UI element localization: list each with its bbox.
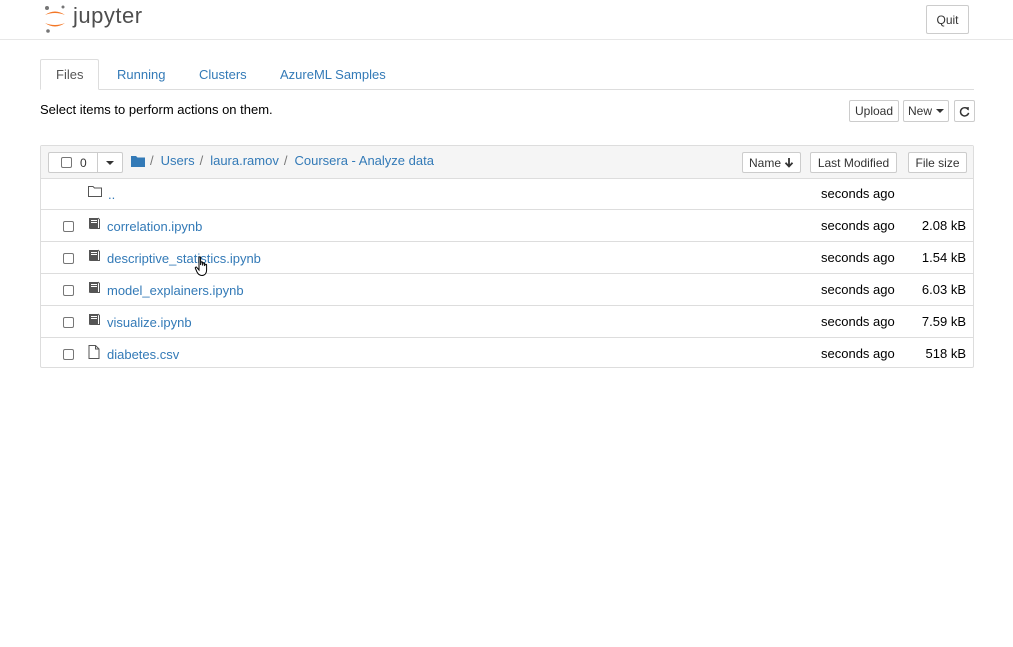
sort-by-size-button[interactable]: File size [908,152,967,173]
item-checkbox[interactable] [63,221,74,232]
item-checkbox[interactable] [63,349,74,360]
file-name-link[interactable]: descriptive_statistics.ipynb [107,251,261,266]
new-button[interactable]: New [903,100,949,122]
file-size: 6.03 kB [921,282,966,297]
file-size: 7.59 kB [921,314,966,329]
chevron-down-icon [936,109,944,113]
header: jupyter Quit [0,0,1013,40]
sort-by-name-button[interactable]: Name [742,152,801,173]
tab-running[interactable]: Running [102,59,180,89]
file-size: 2.08 kB [921,218,966,233]
refresh-icon [959,106,970,117]
quit-button[interactable]: Quit [926,5,969,34]
select-all-button[interactable]: 0 [48,152,98,173]
selected-count: 0 [80,155,87,170]
file-list: 0 / Users / laura.ramov / Coursera - Ana… [40,145,974,368]
list-item[interactable]: visualize.ipynb seconds ago 7.59 kB [41,306,973,338]
breadcrumb-separator: / [150,153,154,168]
new-label: New [907,104,932,118]
file-size: 518 kB [925,346,966,361]
file-name-link[interactable]: model_explainers.ipynb [107,283,244,298]
file-name-link[interactable]: visualize.ipynb [107,315,192,330]
item-checkbox[interactable] [63,253,74,264]
notebook-icon [88,217,100,229]
list-item[interactable]: correlation.ipynb seconds ago 2.08 kB [41,210,973,242]
jupyter-logo[interactable]: jupyter [43,3,143,34]
sort-modified-label: Last Modified [817,155,890,170]
last-modified: seconds ago [821,346,895,361]
folder-outline-icon [88,186,102,197]
sort-by-modified-button[interactable]: Last Modified [810,152,897,173]
list-header: 0 / Users / laura.ramov / Coursera - Ana… [41,146,973,179]
arrow-down-icon [784,157,794,168]
select-dropdown-button[interactable] [98,152,123,173]
breadcrumb: / Users / laura.ramov / Coursera - Analy… [131,153,434,168]
list-item[interactable]: model_explainers.ipynb seconds ago 6.03 … [41,274,973,306]
breadcrumb-user-folder[interactable]: laura.ramov [210,153,279,168]
list-item-parent-directory[interactable]: .. seconds ago [41,178,973,210]
file-name-link[interactable]: diabetes.csv [107,347,179,362]
sort-size-label: File size [915,155,960,170]
tab-azureml-samples[interactable]: AzureML Samples [265,59,401,89]
file-icon [88,345,100,359]
tab-files[interactable]: Files [40,59,100,90]
sort-name-label: Name [748,155,781,170]
breadcrumb-separator: / [199,153,204,168]
hand-cursor-icon [194,256,208,277]
notebook-icon [88,313,100,325]
breadcrumb-users[interactable]: Users [161,153,195,168]
select-all-group: 0 [48,152,123,173]
folder-icon[interactable] [131,155,145,167]
list-item[interactable]: diabetes.csv seconds ago 518 kB [41,338,973,369]
file-name-link[interactable]: correlation.ipynb [107,219,202,234]
file-size: 1.54 kB [921,250,966,265]
chevron-down-icon [106,160,114,165]
last-modified: seconds ago [821,282,895,297]
tab-bar: Files Running Clusters AzureML Samples [40,59,974,90]
notebook-icon [88,281,100,293]
notebook-icon [88,249,100,261]
last-modified: seconds ago [821,186,895,201]
last-modified: seconds ago [821,218,895,233]
select-all-checkbox[interactable] [61,157,72,168]
item-checkbox[interactable] [63,317,74,328]
refresh-button[interactable] [954,100,975,122]
breadcrumb-current-folder[interactable]: Coursera - Analyze data [294,153,433,168]
list-item[interactable]: descriptive_statistics.ipynb seconds ago… [41,242,973,274]
last-modified: seconds ago [821,250,895,265]
upload-label: Upload [854,104,894,118]
upload-button[interactable]: Upload [849,100,899,122]
item-checkbox[interactable] [63,285,74,296]
parent-directory-link[interactable]: .. [108,187,115,202]
jupyter-logo-icon [45,5,65,33]
logo-text: jupyter [73,3,143,28]
last-modified: seconds ago [821,314,895,329]
breadcrumb-separator: / [283,153,288,168]
tab-clusters[interactable]: Clusters [184,59,262,89]
selection-tip: Select items to perform actions on them. [40,102,273,117]
